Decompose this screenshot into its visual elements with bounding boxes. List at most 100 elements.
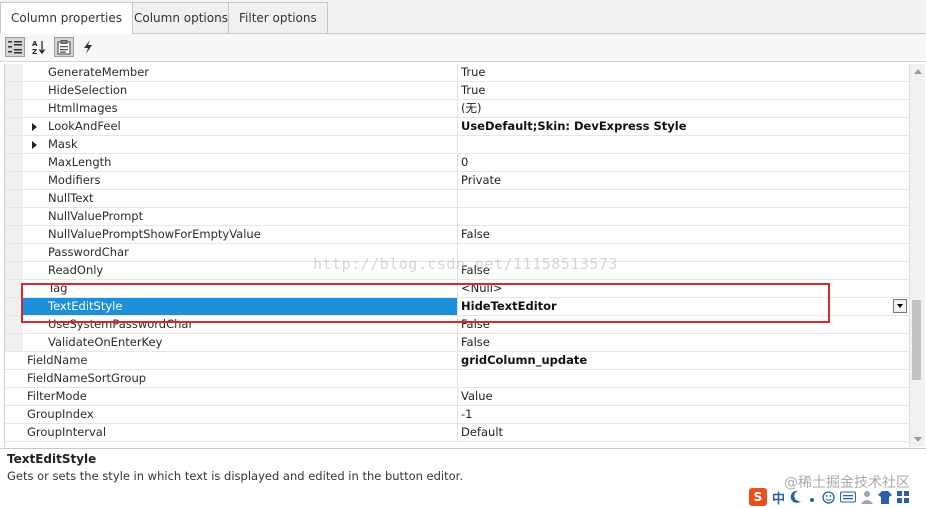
category-gutter [5, 136, 23, 153]
property-value[interactable] [457, 208, 910, 225]
property-value[interactable]: False [457, 262, 910, 279]
expand-arrow-icon[interactable] [32, 141, 37, 149]
ime-logo-icon[interactable]: S [749, 488, 767, 506]
property-row[interactable]: HtmlImages (无) [5, 100, 910, 118]
property-value[interactable] [457, 244, 910, 261]
property-value[interactable]: False [457, 334, 910, 351]
category-gutter [5, 208, 23, 225]
property-row[interactable]: MaxLength 0 [5, 154, 910, 172]
property-name: ValidateOnEnterKey [48, 335, 163, 349]
dropdown-arrow-button[interactable] [893, 299, 907, 313]
sort-alphabetical-button[interactable]: A Z [29, 37, 49, 57]
property-grid: GenerateMember True HideSelection True HtmlI… [4, 64, 910, 447]
skin-shirt-icon[interactable] [878, 490, 893, 504]
categorized-button[interactable] [5, 37, 25, 57]
property-row[interactable]: HideSelection True [5, 82, 910, 100]
grid-menu-icon[interactable] [897, 491, 910, 503]
property-pages-button[interactable] [54, 37, 74, 57]
property-row[interactable]: ReadOnly False [5, 262, 910, 280]
scroll-down-arrow-icon[interactable] [914, 437, 922, 442]
property-name: HideSelection [48, 83, 128, 97]
expand-arrow-icon[interactable] [32, 123, 37, 131]
user-icon[interactable] [861, 490, 874, 504]
property-row[interactable]: LookAndFeel UseDefault;Skin: DevExpress S… [5, 118, 910, 136]
property-row[interactable]: PasswordChar [5, 244, 910, 262]
property-value[interactable]: <Null> [457, 280, 910, 297]
property-value[interactable]: (无) [457, 100, 910, 117]
tab-filter-options[interactable]: Filter options [228, 2, 328, 33]
categorized-icon [8, 41, 22, 54]
property-name: MaxLength [48, 155, 112, 169]
scrollbar-thumb[interactable] [912, 300, 921, 380]
property-value[interactable]: -1 [457, 406, 910, 423]
property-name: TextEditStyle [48, 299, 123, 313]
property-row[interactable]: NullText [5, 190, 910, 208]
vertical-scrollbar[interactable] [909, 64, 925, 447]
events-lightning-icon [84, 40, 92, 54]
property-name: Tag [48, 281, 68, 295]
category-gutter [5, 172, 23, 189]
emoji-icon[interactable] [822, 490, 835, 504]
events-button[interactable] [78, 37, 98, 57]
ime-mode-indicator[interactable]: 中 [772, 488, 785, 507]
property-row[interactable]: GroupInterval Default [5, 424, 910, 442]
property-row[interactable]: ValidateOnEnterKey False [5, 334, 910, 352]
property-name: GenerateMember [48, 65, 150, 79]
description-text: Gets or sets the style in which text is … [7, 469, 463, 483]
property-value[interactable]: False [457, 226, 910, 243]
property-value[interactable] [457, 190, 910, 207]
property-name: GroupIndex [27, 407, 94, 421]
property-row[interactable]: NullValuePrompt [5, 208, 910, 226]
property-row[interactable]: GroupIndex -1 [5, 406, 910, 424]
category-gutter [5, 82, 23, 99]
property-row[interactable]: TextEditStyle HideTextEditor [5, 298, 910, 316]
tab-column-options[interactable]: Column options [123, 2, 239, 33]
property-row[interactable]: FilterMode Value [5, 388, 910, 406]
category-gutter [5, 298, 23, 315]
property-value[interactable]: Value [457, 388, 910, 405]
property-pages-icon [57, 40, 71, 55]
property-row[interactable]: UseSystemPasswordChar False [5, 316, 910, 334]
property-name: NullText [48, 191, 94, 205]
category-gutter [5, 334, 23, 351]
category-gutter [5, 118, 23, 135]
property-value[interactable]: True [457, 64, 910, 81]
property-row[interactable]: FieldNameSortGroup [5, 370, 910, 388]
property-row[interactable]: GenerateMember True [5, 64, 910, 82]
property-name: ReadOnly [48, 263, 104, 277]
property-value[interactable]: Private [457, 172, 910, 189]
ime-toolbar[interactable]: S 中 [749, 487, 910, 507]
tab-strip: Column properties Column options Filter … [0, 0, 926, 34]
property-value[interactable]: Default [457, 424, 910, 441]
moon-icon[interactable] [790, 490, 802, 504]
property-grid-toolbar: A Z [0, 34, 926, 62]
property-value[interactable]: gridColumn_update [457, 352, 910, 369]
property-row[interactable]: Tag <Null> [5, 280, 910, 298]
punctuation-icon[interactable] [807, 490, 817, 504]
property-name: FilterMode [27, 389, 87, 403]
category-gutter [5, 154, 23, 171]
property-name: PasswordChar [48, 245, 129, 259]
category-gutter [5, 244, 23, 261]
property-row[interactable]: FieldName gridColumn_update [5, 352, 910, 370]
keyboard-icon[interactable] [840, 491, 857, 503]
property-row[interactable]: Mask [5, 136, 910, 154]
property-name: UseSystemPasswordChar [48, 317, 194, 331]
property-value[interactable] [457, 136, 910, 153]
property-value[interactable]: False [457, 316, 910, 333]
property-name: GroupInterval [27, 425, 107, 439]
svg-text:A: A [32, 40, 38, 48]
property-value[interactable] [457, 370, 910, 387]
property-name: Mask [48, 137, 78, 151]
property-value[interactable]: 0 [457, 154, 910, 171]
property-row[interactable]: Modifiers Private [5, 172, 910, 190]
scroll-up-arrow-icon[interactable] [914, 69, 922, 74]
svg-text:Z: Z [32, 48, 37, 55]
property-name: NullValuePromptShowForEmptyValue [48, 227, 261, 241]
property-value[interactable]: True [457, 82, 910, 99]
property-value[interactable]: UseDefault;Skin: DevExpress Style [457, 118, 910, 135]
category-gutter [5, 262, 23, 279]
property-row[interactable]: NullValuePromptShowForEmptyValue False [5, 226, 910, 244]
property-value[interactable]: HideTextEditor [457, 298, 910, 315]
tab-column-properties[interactable]: Column properties [0, 2, 134, 34]
